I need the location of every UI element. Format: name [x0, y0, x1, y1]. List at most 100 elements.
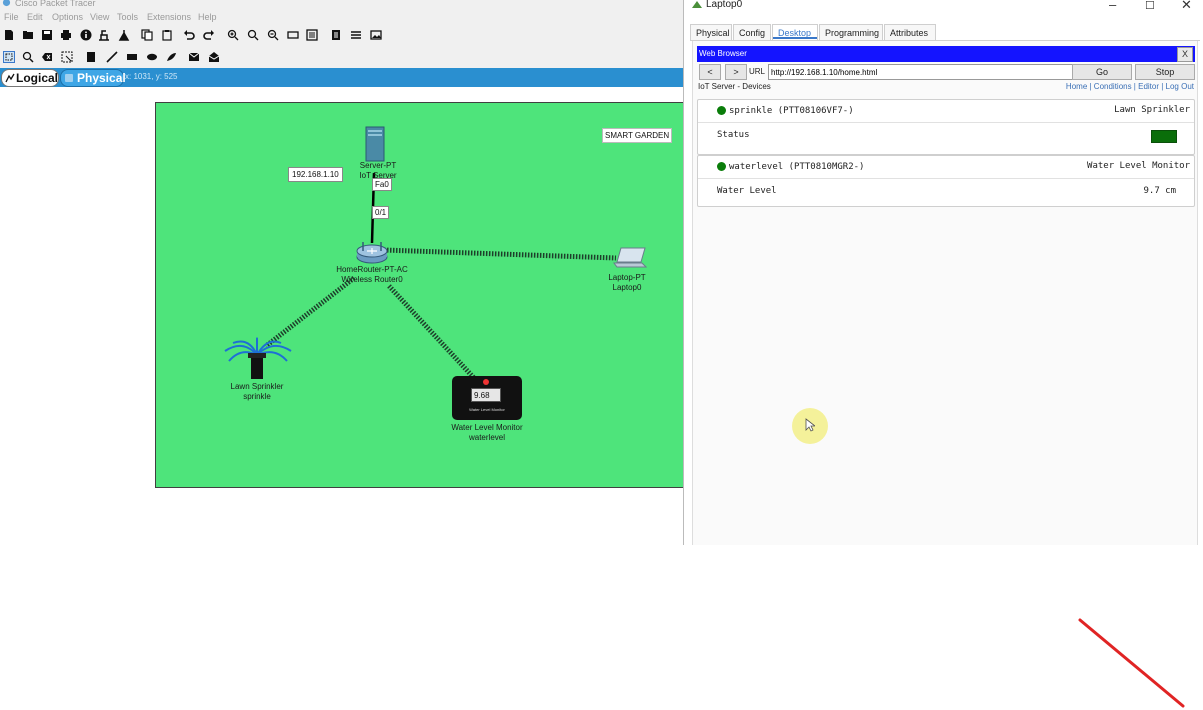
title-bar: Cisco Packet Tracer: [0, 0, 683, 10]
physical-view-tab[interactable]: Physical: [60, 69, 126, 87]
device-field-label: Status: [717, 130, 750, 140]
browser-forward-button[interactable]: >: [725, 64, 747, 80]
menu-options[interactable]: Options: [52, 12, 83, 22]
physical-view-icon: [65, 74, 73, 82]
tab-programming[interactable]: Programming: [819, 24, 883, 40]
laptop-window: Laptop0 – ☐ ✕ Physical Config Desktop Pr…: [683, 0, 1203, 545]
delete-icon[interactable]: [41, 51, 53, 63]
undo-icon[interactable]: [183, 29, 195, 41]
zoom-out-icon[interactable]: [267, 29, 279, 41]
place-note-icon[interactable]: [85, 51, 97, 63]
url-input[interactable]: [768, 64, 1074, 80]
select-icon[interactable]: [3, 51, 15, 63]
add-pdu-icon[interactable]: [188, 51, 200, 63]
custom-device-icon[interactable]: [306, 29, 318, 41]
add-complex-pdu-icon[interactable]: [208, 51, 220, 63]
new-file-icon[interactable]: [3, 29, 15, 41]
lawn-sprinkler-icon[interactable]: [223, 335, 293, 381]
drawing-palette-icon[interactable]: [287, 29, 299, 41]
list-icon[interactable]: [350, 29, 362, 41]
sprinkler-label-name: sprinkle: [243, 392, 271, 401]
draw-rectangle-icon[interactable]: [126, 51, 138, 63]
close-icon[interactable]: ✕: [1181, 0, 1192, 13]
packet-tracer-logo-icon: [692, 1, 702, 8]
menu-extensions[interactable]: Extensions: [147, 12, 191, 22]
router-label-name: Wireless Router0: [341, 275, 403, 284]
window-title: Laptop0: [706, 0, 743, 10]
topology-canvas[interactable]: Server-PT IoT Server Fa0 0/1 192.168.1.1…: [155, 102, 684, 488]
packet-tracer-logo-icon: [2, 0, 11, 7]
server-icon[interactable]: [364, 126, 386, 162]
maximize-icon[interactable]: ☐: [1145, 0, 1155, 12]
menu-view[interactable]: View: [90, 12, 109, 22]
sprinkler-label-type: Lawn Sprinkler: [230, 382, 284, 391]
smart-garden-note[interactable]: SMART GARDEN: [602, 128, 673, 143]
workspace-mode-bar: Logical Physical x: 1031, y: 525: [0, 68, 683, 87]
freeform-icon[interactable]: [165, 51, 177, 63]
status-indicator[interactable]: [1151, 130, 1177, 143]
device-status-dot: [717, 162, 726, 171]
physical-view-label: Physical: [77, 71, 126, 85]
monitor-label-name: waterlevel: [468, 433, 505, 442]
draw-ellipse-icon[interactable]: [146, 51, 158, 63]
save-icon[interactable]: [41, 29, 53, 41]
device-type: Lawn Sprinkler: [1114, 105, 1190, 115]
redo-icon[interactable]: [203, 29, 215, 41]
laptop-icon[interactable]: [613, 246, 647, 270]
wireless-link-monitor: [387, 284, 476, 380]
draw-line-icon[interactable]: [106, 51, 118, 63]
laptop-label-type: Laptop-PT: [608, 273, 646, 282]
tab-attributes[interactable]: Attributes: [884, 24, 936, 40]
menu-bar: File Edit Options View Tools Extensions …: [0, 11, 683, 25]
activity-wizard-icon[interactable]: [118, 29, 130, 41]
wireless-router-icon[interactable]: [355, 239, 389, 265]
browser-close-button[interactable]: X: [1177, 47, 1193, 62]
image-icon[interactable]: [370, 29, 382, 41]
tab-label: Programming: [825, 28, 880, 38]
menu-help[interactable]: Help: [198, 12, 217, 22]
menu-edit[interactable]: Edit: [27, 12, 43, 22]
browser-back-button[interactable]: <: [699, 64, 721, 80]
router-label-type: HomeRouter-PT-AC: [336, 265, 408, 274]
inspect-icon[interactable]: [22, 51, 34, 63]
go-button[interactable]: Go: [1072, 64, 1132, 80]
device-type: Water Level Monitor: [1087, 161, 1190, 171]
menu-file[interactable]: File: [4, 12, 19, 22]
iot-nav-links[interactable]: Home | Conditions | Editor | Log Out: [1066, 82, 1194, 91]
print-icon[interactable]: [60, 29, 72, 41]
zoom-reset-icon[interactable]: [247, 29, 259, 41]
device-card-header[interactable]: sprinkle (PTT08106VF7-) Lawn Sprinkler: [698, 100, 1194, 123]
network-wizard-icon[interactable]: [98, 29, 110, 41]
info-icon[interactable]: [80, 29, 92, 41]
device-card-sprinkle[interactable]: sprinkle (PTT08106VF7-) Lawn Sprinkler S…: [697, 99, 1195, 155]
mouse-pointer-icon: [805, 418, 815, 432]
web-browser-title: Web Browser: [699, 49, 747, 58]
copy-icon[interactable]: [141, 29, 153, 41]
logical-view-tab[interactable]: Logical: [1, 69, 59, 87]
minimize-icon[interactable]: –: [1109, 0, 1116, 12]
cursor-highlight: [792, 408, 828, 444]
open-folder-icon[interactable]: [22, 29, 34, 41]
laptop-label-name: Laptop0: [612, 283, 642, 292]
cursor-coordinates: x: 1031, y: 525: [125, 72, 178, 81]
paste-icon[interactable]: [161, 29, 173, 41]
tab-label: Config: [739, 28, 766, 38]
ip-address-note[interactable]: 192.168.1.10: [288, 167, 343, 182]
menu-tools[interactable]: Tools: [117, 12, 138, 22]
tab-config[interactable]: Config: [733, 24, 771, 40]
resize-shape-icon[interactable]: [61, 51, 73, 63]
tab-physical[interactable]: Physical: [690, 24, 732, 40]
stop-button[interactable]: Stop: [1135, 64, 1195, 80]
device-status-dot: [717, 106, 726, 115]
web-browser-titlebar: Web Browser X: [697, 46, 1195, 62]
water-level-monitor-icon[interactable]: 9.68 Water Level Monitor: [452, 376, 522, 420]
zoom-in-icon[interactable]: [227, 29, 239, 41]
port-label-01: 0/1: [372, 206, 390, 219]
device-tabs: Physical Config Desktop Programming Attr…: [690, 22, 1200, 40]
notes-icon[interactable]: [330, 29, 342, 41]
tab-label: Physical: [696, 28, 730, 38]
port-label-fa0: Fa0: [372, 178, 392, 191]
device-card-waterlevel[interactable]: waterlevel (PTT0810MGR2-) Water Level Mo…: [697, 155, 1195, 207]
device-card-header[interactable]: waterlevel (PTT0810MGR2-) Water Level Mo…: [698, 156, 1194, 179]
device-field-label: Water Level: [717, 186, 777, 196]
